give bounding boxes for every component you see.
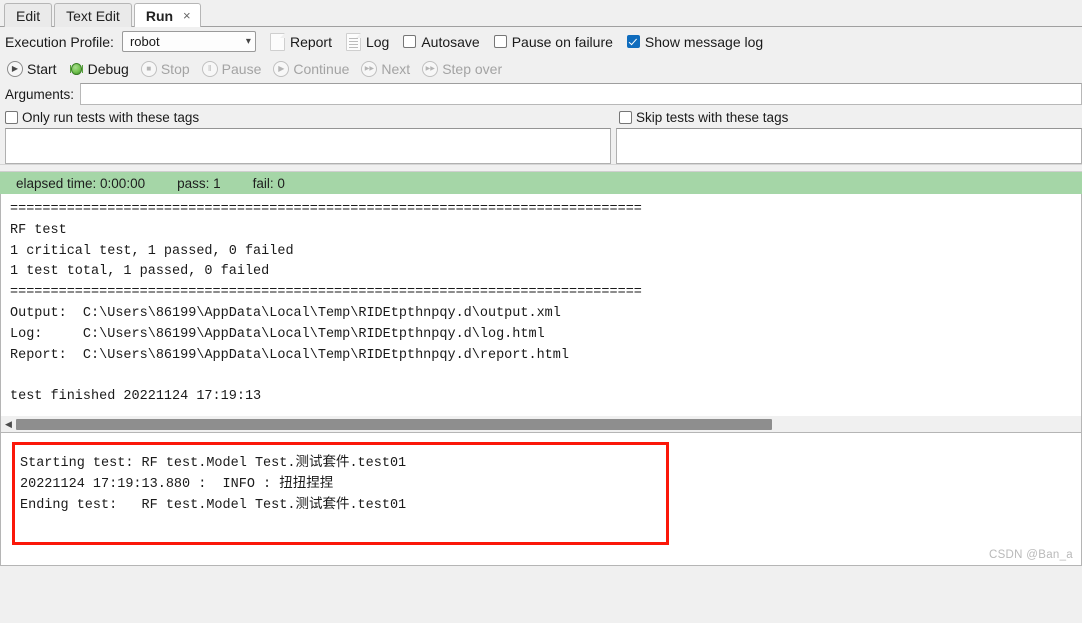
- tab-edit[interactable]: Edit: [4, 3, 53, 27]
- continue-label: Continue: [293, 61, 350, 77]
- step-over-label: Step over: [442, 61, 503, 77]
- scrollbar-thumb[interactable]: [16, 418, 773, 430]
- checkbox-box-icon: [5, 110, 18, 124]
- pause-button[interactable]: ‖ Pause: [201, 61, 262, 77]
- checkbox-box-icon: [619, 110, 632, 124]
- execution-profile-label: Execution Profile:: [5, 33, 114, 50]
- report-document-icon: [269, 32, 285, 51]
- step-over-glyph: ▶▶: [425, 66, 435, 72]
- autosave-label: Autosave: [421, 33, 480, 50]
- stop-glyph: ■: [146, 64, 152, 73]
- step-over-button[interactable]: ▶▶ Step over: [422, 61, 502, 77]
- message-log-panel[interactable]: Starting test: RF test.Model Test.测试套件.t…: [0, 433, 1082, 566]
- scrollbar-track[interactable]: [16, 418, 1081, 430]
- continue-icon: ▶: [273, 61, 290, 77]
- execution-profile-select[interactable]: robot ▾: [121, 31, 256, 52]
- execution-profile-row: Execution Profile: robot ▾ Report Log Au…: [0, 27, 1082, 56]
- checkbox-box-icon: [403, 35, 417, 48]
- watermark: CSDN @Ban_a: [988, 549, 1073, 561]
- continue-glyph: ▶: [278, 64, 285, 73]
- execution-profile-value: robot: [129, 34, 160, 49]
- console-output[interactable]: ========================================…: [0, 194, 1082, 416]
- checkbox-checked-icon: [626, 35, 640, 48]
- bug-icon: [68, 62, 84, 76]
- debug-button[interactable]: Debug: [68, 61, 129, 77]
- show-message-log-checkbox[interactable]: Show message log: [626, 33, 764, 50]
- tab-bar: Edit Text Edit Run ×: [0, 0, 1082, 27]
- next-button[interactable]: ▶▶ Next: [361, 61, 410, 77]
- only-run-tags-label: Only run tests with these tags: [22, 109, 200, 125]
- next-icon: ▶▶: [361, 61, 378, 77]
- skip-tags-checkbox[interactable]: Skip tests with these tags: [616, 110, 1082, 125]
- skip-tags-list[interactable]: [616, 128, 1082, 164]
- log-button[interactable]: Log: [345, 32, 390, 51]
- run-control-bar: ▶ Start Debug ■ Stop ‖ Pause ▶ Continue …: [0, 56, 1082, 82]
- log-label: Log: [365, 33, 390, 50]
- tag-list-row: [0, 128, 1082, 164]
- report-button[interactable]: Report: [269, 32, 332, 51]
- start-button[interactable]: ▶ Start: [7, 61, 57, 77]
- pass-count-label: pass: 1: [177, 175, 221, 191]
- chevron-down-icon: ▾: [245, 36, 251, 47]
- debug-label: Debug: [87, 61, 129, 77]
- panel-splitter[interactable]: [0, 164, 1082, 172]
- close-icon[interactable]: ×: [180, 9, 194, 22]
- play-icon: ▶: [7, 61, 23, 77]
- log-document-icon: [345, 32, 361, 51]
- step-over-icon: ▶▶: [422, 61, 439, 77]
- elapsed-time-label: elapsed time: 0:00:00: [16, 175, 146, 191]
- start-label: Start: [27, 61, 57, 77]
- autosave-checkbox[interactable]: Autosave: [403, 33, 480, 50]
- arguments-input[interactable]: [80, 83, 1082, 105]
- tab-text-edit-label: Text Edit: [66, 8, 120, 24]
- status-bar: elapsed time: 0:00:00 pass: 1 fail: 0: [0, 172, 1082, 194]
- tab-run[interactable]: Run ×: [133, 3, 201, 27]
- skip-tags-label: Skip tests with these tags: [636, 109, 789, 125]
- report-label: Report: [289, 33, 332, 50]
- pause-on-failure-checkbox[interactable]: Pause on failure: [493, 33, 613, 50]
- continue-button[interactable]: ▶ Continue: [273, 61, 349, 77]
- only-run-tags-checkbox[interactable]: Only run tests with these tags: [0, 110, 616, 125]
- show-message-log-label: Show message log: [644, 33, 764, 50]
- next-glyph: ▶▶: [364, 66, 375, 72]
- tab-run-label: Run: [145, 7, 174, 24]
- console-horizontal-scrollbar[interactable]: ◀: [0, 416, 1082, 433]
- tab-text-edit[interactable]: Text Edit: [54, 3, 132, 27]
- arguments-row: Arguments:: [0, 82, 1082, 106]
- pause-label: Pause: [221, 61, 262, 77]
- checkbox-box-icon: [493, 35, 507, 48]
- message-log-text: Starting test: RF test.Model Test.测试套件.t…: [20, 456, 407, 513]
- only-run-tags-list[interactable]: [5, 128, 611, 164]
- pause-icon: ‖: [201, 61, 218, 77]
- stop-icon: ■: [140, 61, 157, 77]
- stop-label: Stop: [160, 61, 190, 77]
- arguments-label: Arguments:: [5, 86, 75, 102]
- tag-filter-row: Only run tests with these tags Skip test…: [0, 106, 1082, 128]
- next-label: Next: [381, 61, 411, 77]
- stop-button[interactable]: ■ Stop: [140, 61, 190, 77]
- tab-edit-label: Edit: [16, 8, 41, 24]
- pause-glyph: ‖: [208, 64, 212, 73]
- scroll-left-arrow-icon[interactable]: ◀: [1, 419, 16, 429]
- pause-on-failure-label: Pause on failure: [511, 33, 613, 50]
- fail-count-label: fail: 0: [252, 175, 285, 191]
- play-glyph: ▶: [11, 64, 19, 73]
